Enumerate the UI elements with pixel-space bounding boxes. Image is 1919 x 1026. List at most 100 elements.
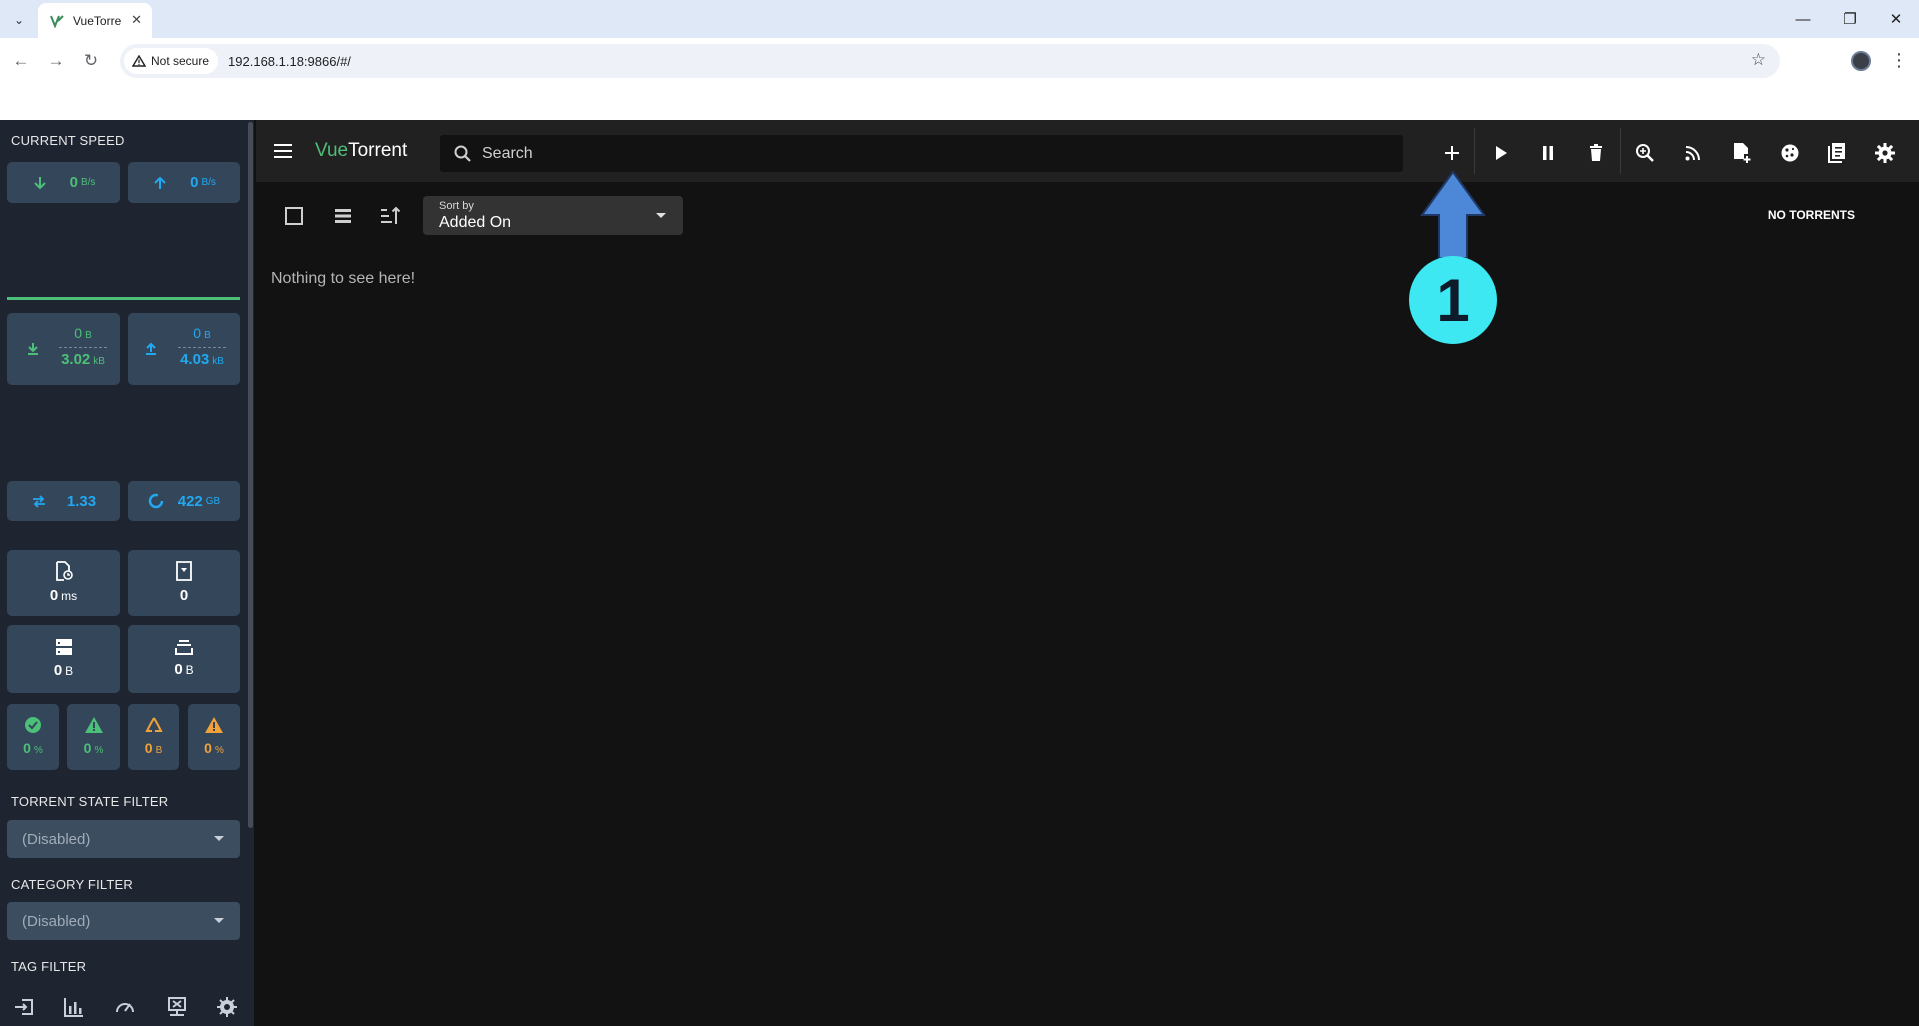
free-space-unit: GB [205, 495, 221, 507]
upload-speed-card: 0 B/s [128, 162, 240, 203]
free-space-card: 422 GB [128, 481, 240, 521]
cookie-icon[interactable] [1775, 138, 1805, 168]
address-bar[interactable]: Not secure 192.168.1.18:9866/#/ ☆ [120, 44, 1780, 78]
warning-icon [132, 55, 146, 67]
disk-donut-icon [148, 493, 163, 509]
hamburger-menu-icon[interactable] [272, 140, 294, 162]
brand-torrent: Torrent [348, 140, 408, 161]
queue-time-value: 0 [49, 587, 59, 604]
app-brand[interactable]: VueTorrent [315, 140, 407, 162]
sidebar-scrollbar[interactable] [248, 122, 253, 828]
browser-tab[interactable]: VueTorre ✕ [38, 3, 152, 38]
restore-icon[interactable]: ❐ [1830, 8, 1870, 30]
theme-settings-icon[interactable] [216, 996, 238, 1018]
ratio-card: 1.33 [7, 481, 120, 521]
wasted-card: 0B [128, 704, 179, 770]
search-zoom-icon[interactable] [1630, 138, 1660, 168]
resume-play-icon[interactable] [1486, 138, 1516, 168]
write-cache-overload-card: 0% [67, 704, 120, 770]
session-downloaded: 0 [74, 325, 83, 341]
logs-document-icon[interactable] [1822, 138, 1852, 168]
settings-gear-icon[interactable] [1870, 138, 1900, 168]
session-downloaded-unit: B [85, 330, 92, 341]
read-cache-hits-card: 0% [7, 704, 59, 770]
delete-trash-icon[interactable] [1581, 138, 1611, 168]
bookmark-star-icon[interactable]: ☆ [1751, 50, 1766, 70]
download-icon [28, 343, 38, 355]
speedometer-icon[interactable] [114, 996, 136, 1018]
check-circle-icon [25, 717, 41, 733]
sort-order-icon[interactable] [379, 205, 401, 227]
pause-icon[interactable] [1533, 138, 1563, 168]
cache-size-card: 0B [128, 625, 240, 693]
alert-triangle-orange-icon [205, 717, 223, 733]
annotation-step-badge: 1 [1409, 256, 1497, 344]
alltime-downloaded: 3.02 [61, 351, 91, 368]
queued-io-card: 0 [128, 550, 240, 616]
minimize-icon[interactable]: — [1783, 8, 1823, 30]
reload-icon[interactable]: ↻ [80, 50, 102, 72]
search-icon [454, 145, 471, 162]
tag-filter-title: TAG FILTER [11, 959, 87, 974]
ratio-value: 1.33 [66, 492, 97, 510]
sort-by-label: Sort by [439, 200, 474, 212]
category-filter-select[interactable]: (Disabled) [7, 902, 240, 940]
chevron-down-icon [214, 918, 224, 923]
browser-menu-icon[interactable]: ⋮ [1890, 50, 1908, 71]
downloaded-totals-card: 0B 3.02 kB [7, 313, 120, 385]
browser-toolbar: ← → ↻ Not secure 192.168.1.18:9866/#/ ☆ [0, 38, 1919, 84]
search-input[interactable]: Search [440, 135, 1403, 172]
tab-search-icon[interactable]: ⌄ [8, 9, 30, 31]
upload-speed-unit: B/s [201, 177, 216, 188]
list-view-icon[interactable] [332, 205, 354, 227]
upload-icon [146, 342, 156, 355]
download-speed-unit: B/s [80, 177, 96, 188]
vuetorrent-app: CURRENT SPEED 0 B/s 0 B/s 0B 3.02 kB 0 B… [0, 120, 1919, 1026]
arrow-up-icon [154, 176, 166, 189]
recycle-icon [144, 717, 163, 732]
alltime-uploaded: 4.03 [180, 351, 210, 368]
read-cache-hits-value: 0 [23, 740, 31, 756]
profile-avatar[interactable] [1851, 51, 1871, 71]
buffer-size-unit: B [65, 664, 74, 678]
url-text: 192.168.1.18:9866/#/ [228, 53, 351, 69]
buffer-size-value: 0 [53, 662, 63, 679]
annotation-arrow [1418, 170, 1488, 260]
stack-tray-icon [175, 640, 193, 655]
back-icon[interactable]: ← [10, 50, 32, 72]
add-torrent-icon[interactable] [1437, 138, 1467, 168]
sd-card-icon [176, 561, 192, 581]
close-tab-icon[interactable]: ✕ [131, 12, 142, 28]
browser-tab-strip: ⌄ VueTorre ✕ — ❐ ✕ [0, 0, 1919, 38]
read-cache-overload-unit: % [214, 745, 224, 756]
security-chip[interactable]: Not secure [124, 48, 219, 74]
state-filter-select[interactable]: (Disabled) [7, 820, 240, 858]
close-window-icon[interactable]: ✕ [1876, 8, 1916, 30]
queued-io-value: 0 [179, 587, 189, 604]
chart-bar-icon[interactable] [63, 996, 85, 1018]
sort-by-select[interactable]: Sort by Added On [423, 196, 683, 235]
add-file-icon[interactable] [1727, 138, 1757, 168]
server-icon [55, 639, 72, 655]
write-cache-overload-value: 0 [83, 740, 92, 756]
alert-triangle-green-icon [84, 717, 103, 733]
read-cache-hits-unit: % [33, 745, 43, 756]
browser-tab-title: VueTorre [73, 13, 122, 28]
cache-size-unit: B [185, 663, 194, 677]
chevron-down-icon [656, 213, 666, 218]
upload-speed-value: 0 [190, 174, 199, 191]
session-uploaded: 0 [193, 325, 202, 341]
security-label: Not secure [151, 54, 210, 68]
queue-time-unit: ms [61, 589, 78, 603]
session-uploaded-unit: B [204, 330, 211, 341]
search-placeholder: Search [482, 144, 533, 162]
rss-icon[interactable] [1678, 138, 1708, 168]
logout-icon[interactable] [13, 996, 35, 1018]
forward-icon[interactable]: → [45, 50, 67, 72]
current-speed-title: CURRENT SPEED [11, 133, 125, 148]
download-speed-value: 0 [69, 174, 78, 191]
speed-graph [7, 212, 240, 300]
uploaded-totals-card: 0B 4.03 kB [128, 313, 240, 385]
select-all-checkbox[interactable] [283, 205, 305, 227]
disconnect-icon[interactable] [166, 996, 188, 1018]
